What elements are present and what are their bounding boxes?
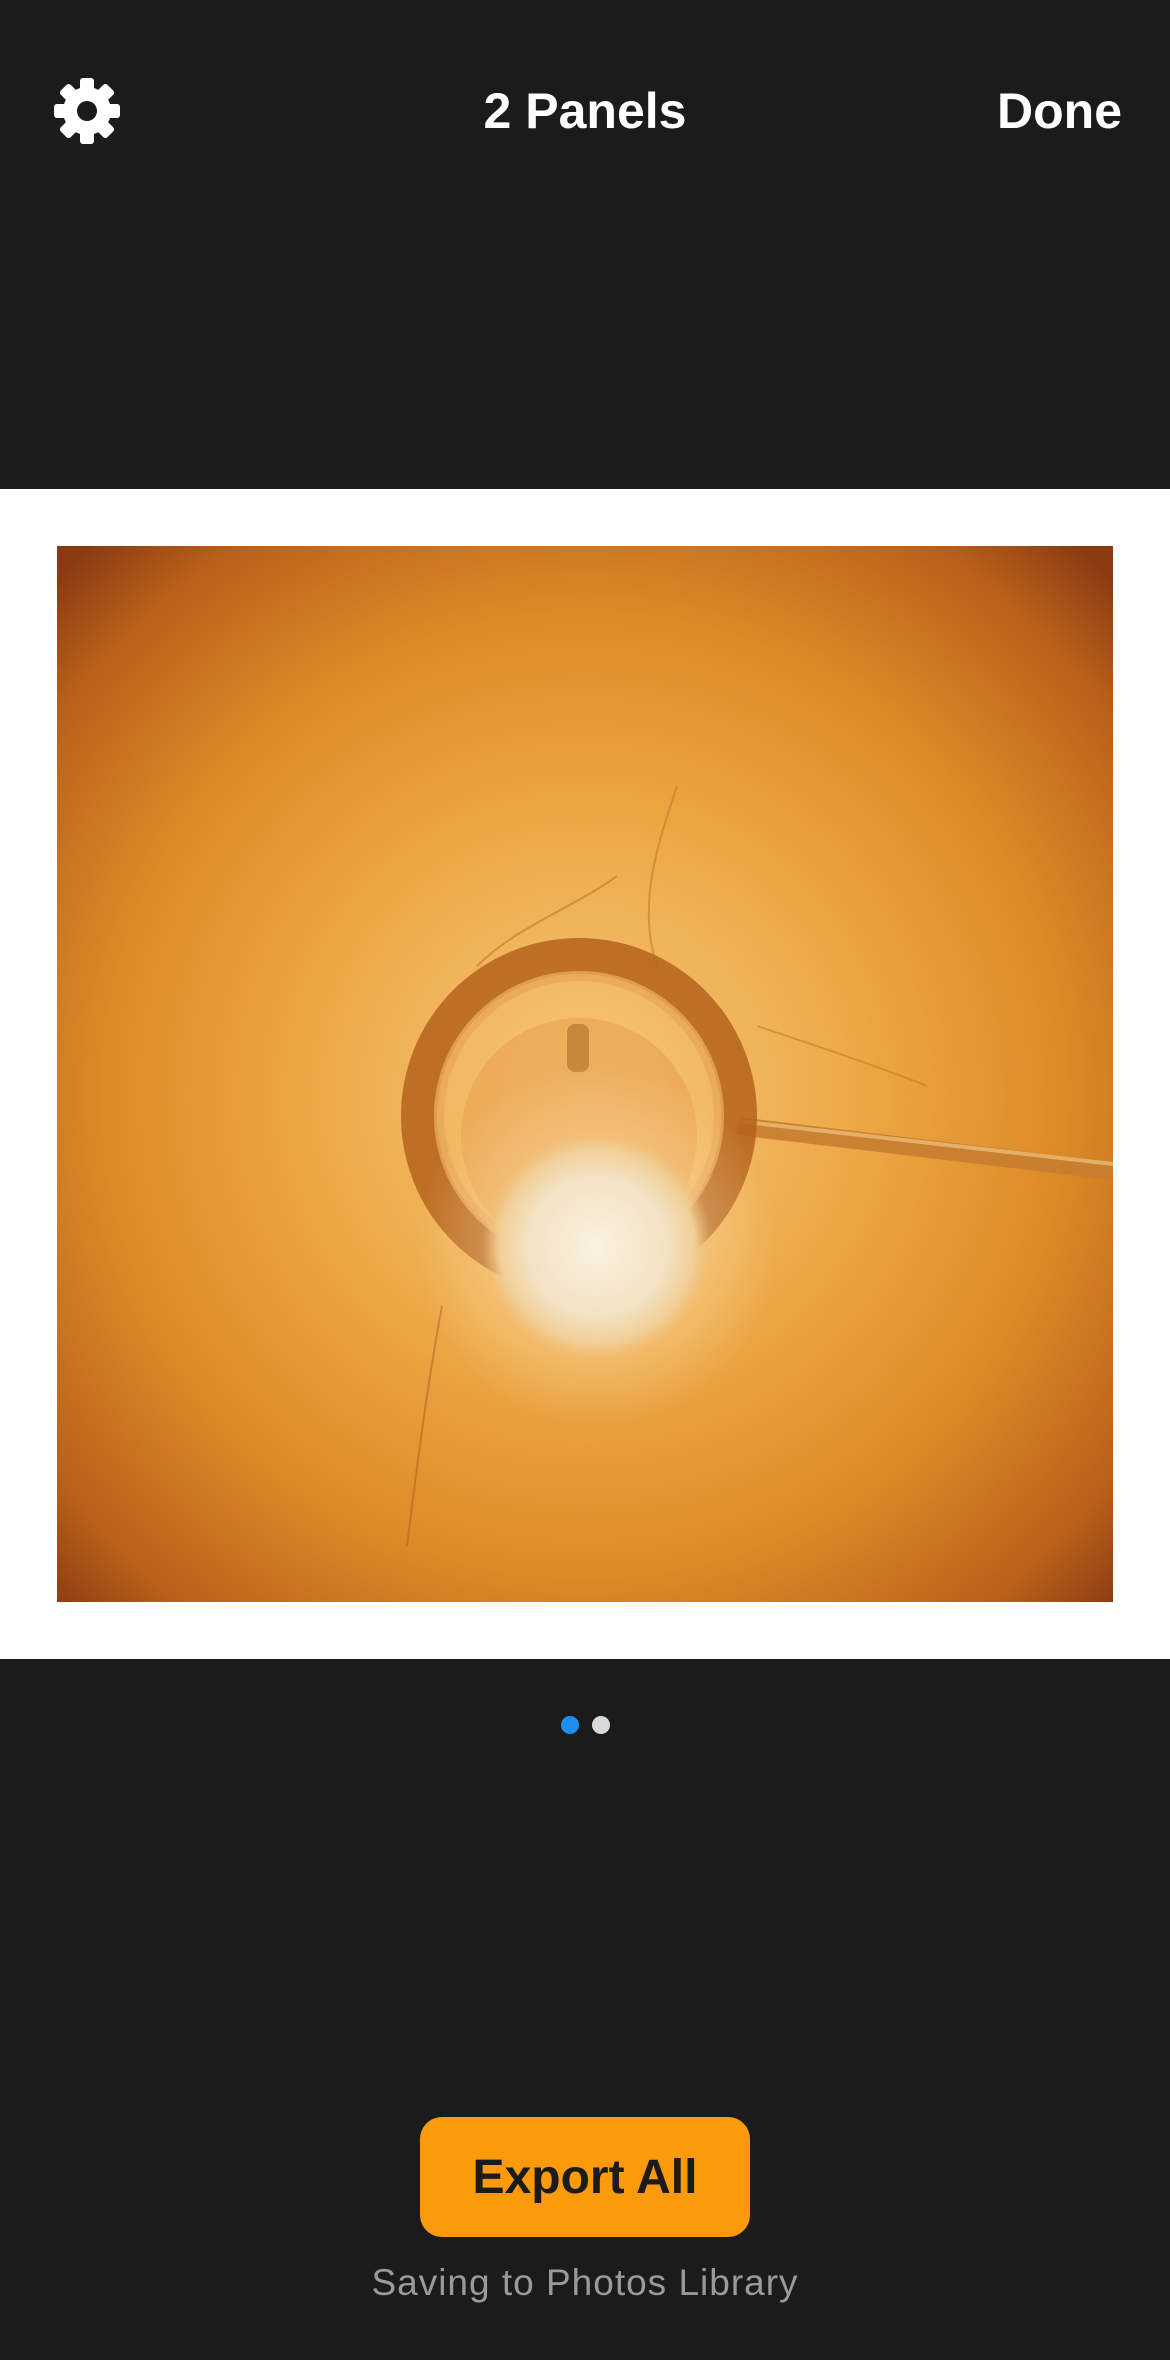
page-indicator[interactable] (0, 1716, 1170, 1734)
done-button[interactable]: Done (997, 78, 1122, 144)
panels-screen: 2 Panels Done Export All Saving to Photo… (0, 0, 1170, 2360)
panel-preview-frame[interactable] (0, 489, 1170, 1659)
save-destination-note: Saving to Photos Library (371, 2262, 799, 2303)
panel-photo[interactable] (57, 546, 1113, 1602)
page-dot-active[interactable] (560, 1716, 579, 1734)
top-bar: 2 Panels Done (0, 0, 1170, 220)
export-all-button[interactable]: Export All (420, 2117, 750, 2237)
ceiling-light-photo (57, 546, 1113, 1602)
page-dot[interactable] (591, 1716, 610, 1734)
page-title: 2 Panels (483, 83, 687, 139)
